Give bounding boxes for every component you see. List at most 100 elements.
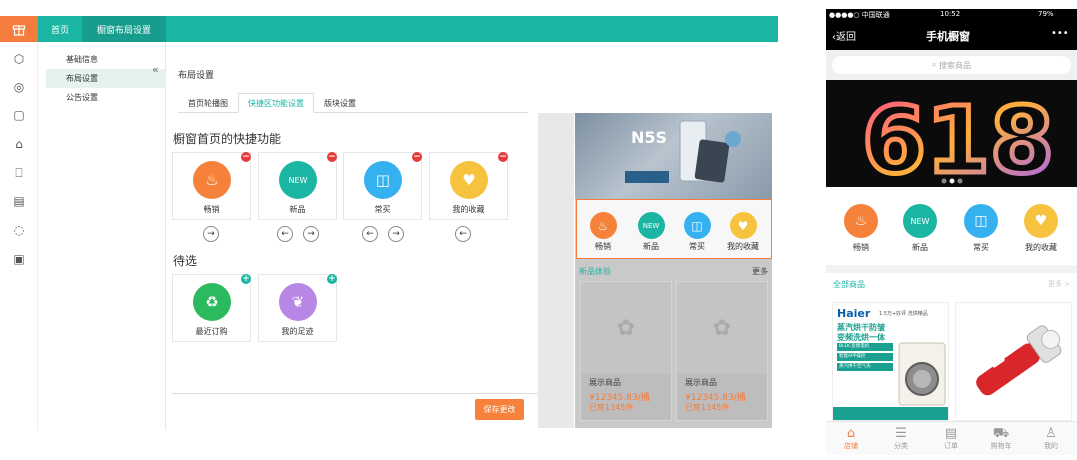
pending-heading: 待选 bbox=[173, 254, 198, 268]
product-sold: 已售1345件 bbox=[685, 403, 730, 412]
clock: 10:52 bbox=[940, 10, 961, 18]
preview-gutter bbox=[538, 113, 574, 428]
tab-category[interactable]: ☰ 分类 bbox=[881, 426, 921, 451]
search-icon: ⌕ bbox=[931, 60, 940, 69]
quick-card-new[interactable]: NEW 新品 − bbox=[258, 152, 337, 220]
phone-quick-label: 我的收藏 bbox=[1025, 243, 1057, 252]
tab-bar: 首页轮播图 快捷区功能设置 版块设置 bbox=[178, 93, 528, 113]
tab-block-settings[interactable]: 版块设置 bbox=[314, 93, 366, 112]
submenu-item-notice[interactable]: 公告设置 bbox=[46, 88, 166, 107]
collapse-menu-button[interactable]: « bbox=[152, 63, 159, 76]
status-bar: ●●●●○ 中国联通 10:52 79% bbox=[826, 9, 1077, 22]
product-sold: 已售1345件 bbox=[589, 403, 634, 412]
heart-icon: ♥ bbox=[1024, 204, 1058, 238]
battery-level: 79% bbox=[1038, 10, 1054, 18]
phone-quick-bar: ♨ 畅销 NEW 新品 ◫ 常买 ♥ 我的收藏 bbox=[826, 195, 1077, 257]
card-label: 最近订购 bbox=[195, 327, 228, 336]
section-separator bbox=[826, 265, 1077, 273]
remove-badge-icon[interactable]: − bbox=[241, 152, 251, 162]
tab-store[interactable]: ⌂ 店铺 bbox=[831, 426, 871, 451]
back-label: 返回 bbox=[836, 32, 856, 43]
tab-label: 购物车 bbox=[990, 442, 1012, 450]
shopping-bag-icon: ◫ bbox=[364, 161, 402, 199]
move-right-button[interactable]: → bbox=[203, 226, 219, 242]
new-tag-icon: NEW bbox=[903, 204, 937, 238]
phone-quick-bestseller[interactable]: ♨ 畅销 bbox=[836, 204, 886, 253]
svg-text:N5S: N5S bbox=[631, 128, 667, 147]
card-label: 新品 bbox=[289, 205, 306, 214]
clipboard-icon[interactable]: ▤ bbox=[12, 194, 26, 208]
preview-more-link[interactable]: 更多 bbox=[752, 266, 768, 277]
move-left-button[interactable]: ← bbox=[455, 226, 471, 242]
tab-orders[interactable]: ▤ 订单 bbox=[931, 426, 971, 451]
cart-icon[interactable]: ⌂ bbox=[12, 137, 26, 151]
phone-quick-label: 新品 bbox=[912, 243, 928, 252]
move-right-button[interactable]: → bbox=[303, 226, 319, 242]
preview-quick-label: 常买 bbox=[689, 242, 705, 251]
cart-icon: ⛟ bbox=[992, 426, 1010, 441]
home-icon[interactable]: ⎕ bbox=[12, 166, 26, 180]
submenu-item-basic-info[interactable]: 基础信息 bbox=[46, 50, 166, 69]
back-button[interactable]: ‹返回 bbox=[832, 28, 856, 43]
haier-tag: 1.5万+好评 洗烘精品 bbox=[879, 311, 928, 317]
quick-card-favorites[interactable]: ♥ 我的收藏 − bbox=[429, 152, 508, 220]
search-input[interactable]: ⌕ 搜索商品 bbox=[832, 56, 1071, 74]
phone-tab-bar: ⌂ 店铺 ☰ 分类 ▤ 订单 ⛟ 购物车 ♙ 我的 bbox=[826, 421, 1077, 455]
phone-quick-favorites[interactable]: ♥ 我的收藏 bbox=[1016, 204, 1066, 253]
flashlight-image bbox=[976, 325, 1062, 396]
pending-card-footprint[interactable]: ❦ 我的足迹 + bbox=[258, 274, 337, 342]
shopping-bag-icon: ◫ bbox=[683, 212, 711, 239]
preview-quick-label: 畅销 bbox=[595, 242, 611, 251]
haier-logo: Haier bbox=[837, 307, 871, 320]
tab-label: 订单 bbox=[944, 442, 958, 450]
pending-card-recent-orders[interactable]: ♻ 最近订购 + bbox=[172, 274, 251, 342]
save-changes-button[interactable]: 保存更改 bbox=[475, 399, 524, 420]
remove-badge-icon[interactable]: − bbox=[412, 152, 422, 162]
new-tag-icon: NEW bbox=[637, 212, 665, 239]
tab-label: 我的 bbox=[1044, 442, 1058, 450]
move-left-button[interactable]: ← bbox=[277, 226, 293, 242]
phone-quick-new[interactable]: NEW 新品 bbox=[895, 204, 945, 253]
phone-banner[interactable]: 618 bbox=[826, 80, 1077, 187]
tab-profile[interactable]: ♙ 我的 bbox=[1031, 426, 1071, 451]
flame-icon: ♨ bbox=[589, 212, 617, 239]
quick-card-bestseller[interactable]: ♨ 畅销 − bbox=[172, 152, 251, 220]
quick-functions-heading: 橱窗首页的快捷功能 bbox=[173, 132, 282, 146]
phone-quick-frequent[interactable]: ◫ 常买 bbox=[956, 204, 1006, 253]
document-icon[interactable]: ◌ bbox=[12, 223, 26, 237]
search-placeholder: 搜索商品 bbox=[939, 60, 972, 70]
add-badge-icon[interactable]: + bbox=[327, 274, 337, 284]
placeholder-logo-icon: ✿ bbox=[677, 282, 767, 374]
product-card-haier[interactable]: Haier 1.5万+好评 洗烘精品 蒸汽烘干防皱 变频洗烘一体 BLDC变频电… bbox=[832, 302, 949, 421]
all-products-more-link[interactable]: 更多 > bbox=[1048, 279, 1070, 289]
preview-product-card[interactable]: ✿ 展示商品 ¥12345.83/桶 已售1345件 bbox=[676, 281, 768, 421]
nav-window-layout[interactable]: 橱窗布局设置 bbox=[82, 16, 166, 42]
card-label: 我的收藏 bbox=[452, 205, 485, 214]
preview-quick-bestseller: ♨ 畅销 bbox=[581, 212, 625, 252]
more-menu-button[interactable]: ••• bbox=[1051, 28, 1069, 39]
recent-order-icon: ♻ bbox=[193, 283, 231, 321]
tab-cart[interactable]: ⛟ 购物车 bbox=[981, 426, 1021, 451]
preview-product-card[interactable]: ✿ 展示商品 ¥12345.83/桶 已售1345件 bbox=[580, 281, 672, 421]
move-right-button[interactable]: → bbox=[388, 226, 404, 242]
add-badge-icon[interactable]: + bbox=[241, 274, 251, 284]
product-card-flashlight[interactable] bbox=[955, 302, 1072, 421]
preview-quick-bar[interactable]: ♨ 畅销 NEW 新品 ◫ 常买 ♥ 我的收藏 bbox=[576, 199, 772, 259]
box-icon[interactable]: ⬡ bbox=[12, 52, 26, 66]
logo-box[interactable] bbox=[0, 16, 38, 42]
preview-new-title: 新品体验 bbox=[579, 267, 611, 276]
remove-badge-icon[interactable]: − bbox=[498, 152, 508, 162]
move-left-button[interactable]: ← bbox=[362, 226, 378, 242]
product-name: 展示商品 bbox=[589, 378, 621, 387]
footprint-icon: ❦ bbox=[279, 283, 317, 321]
tab-quick-area[interactable]: 快捷区功能设置 bbox=[238, 93, 314, 113]
bag-icon[interactable]: ▢ bbox=[12, 108, 26, 122]
quick-card-frequent[interactable]: ◫ 常买 − bbox=[343, 152, 422, 220]
tab-carousel[interactable]: 首页轮播图 bbox=[178, 93, 238, 112]
compass-icon[interactable]: ◎ bbox=[12, 80, 26, 94]
remove-badge-icon[interactable]: − bbox=[327, 152, 337, 162]
nav-home[interactable]: 首页 bbox=[38, 16, 82, 42]
note-icon[interactable]: ▣ bbox=[12, 252, 26, 266]
page-title: 布局设置 bbox=[178, 71, 215, 81]
submenu-item-layout[interactable]: 布局设置 bbox=[46, 69, 166, 88]
